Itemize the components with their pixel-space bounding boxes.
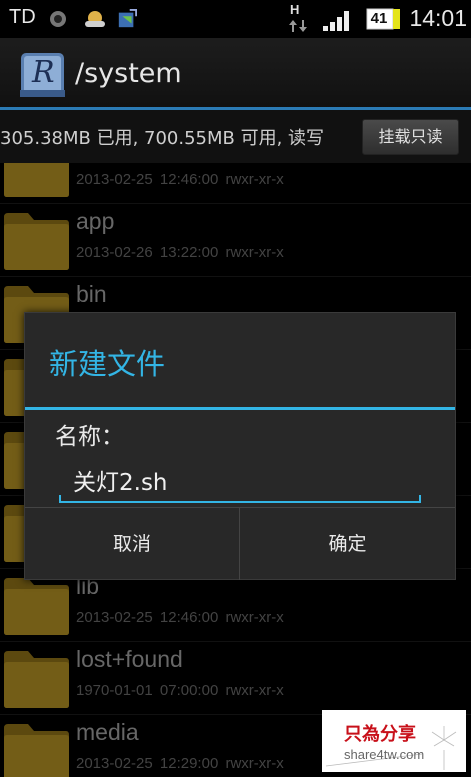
app-icon-letter: R <box>32 55 55 90</box>
recycle-icon <box>118 9 137 28</box>
current-path: /system <box>75 58 182 89</box>
name-label: 名称： <box>55 424 124 450</box>
battery-level: 41 <box>370 10 388 27</box>
mount-readonly-button[interactable]: 挂载只读 <box>362 119 459 155</box>
input-underline <box>59 501 421 503</box>
status-bar: TD H 41 14:01 <box>0 0 471 38</box>
storage-usage-text: 305.38MB 已用, 700.55MB 可用, 读写 <box>0 128 325 149</box>
dialog-title-divider <box>25 407 455 410</box>
carrier-label: TD <box>9 6 36 28</box>
storage-bar: 305.38MB 已用, 700.55MB 可用, 读写 挂载只读 <box>0 110 471 163</box>
weather-icon <box>85 11 105 27</box>
new-file-dialog: 新建文件 名称： 关灯2.sh 取消 确定 <box>24 312 456 580</box>
battery-icon: 41 <box>366 8 400 30</box>
network-type: H <box>288 2 308 36</box>
data-arrows-icon <box>289 20 307 32</box>
filename-value: 关灯2.sh <box>73 470 168 496</box>
cancel-button[interactable]: 取消 <box>25 508 240 580</box>
input-tick-left <box>59 495 61 503</box>
watermark-subtitle: share4tw.com <box>344 747 425 762</box>
dialog-title: 新建文件 <box>49 347 166 381</box>
app-icon[interactable]: R <box>20 52 65 97</box>
dialog-buttons: 取消 确定 <box>25 507 455 580</box>
clock: 14:01 <box>409 5 467 31</box>
watermark-title: 只為分享 <box>344 724 416 745</box>
watermark: 只為分享 share4tw.com <box>322 710 466 772</box>
title-bar: R /system <box>0 38 471 110</box>
sync-icon <box>50 11 66 27</box>
confirm-button[interactable]: 确定 <box>240 508 455 580</box>
signal-icon <box>323 11 349 31</box>
network-letter: H <box>290 2 300 17</box>
filename-input[interactable]: 关灯2.sh <box>59 455 421 503</box>
input-tick-right <box>419 495 421 503</box>
